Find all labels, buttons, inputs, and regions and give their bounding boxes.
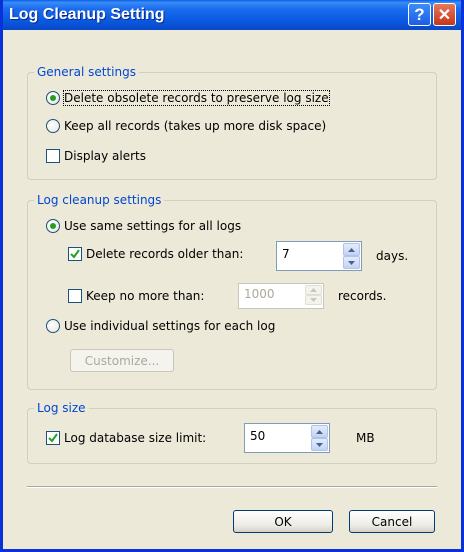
keep-all-label: Keep all records (takes up more disk spa… (64, 119, 327, 133)
size-limit-label: Log database size limit: (64, 431, 207, 445)
delete-older-value: 7 (282, 247, 290, 261)
individual-settings-option[interactable]: Use individual settings for each log (46, 319, 275, 333)
delete-obsolete-label: Delete obsolete records to preserve log … (63, 90, 330, 106)
stepper-up-button[interactable] (305, 285, 322, 295)
keep-all-radio[interactable] (46, 119, 60, 133)
help-button[interactable]: ? (408, 3, 431, 26)
display-alerts-checkbox[interactable] (46, 149, 60, 163)
keep-no-more-label: Keep no more than: (86, 289, 205, 303)
log-size-legend: Log size (34, 400, 89, 416)
individual-settings-radio[interactable] (46, 319, 60, 333)
individual-settings-label: Use individual settings for each log (64, 319, 276, 333)
delete-older-unit: days. (376, 249, 409, 263)
footer-divider (27, 486, 437, 488)
delete-obsolete-radio[interactable] (46, 91, 60, 105)
display-alerts-label: Display alerts (64, 149, 147, 163)
same-settings-label: Use same settings for all logs (64, 219, 242, 233)
customize-button[interactable]: Customize... (70, 349, 174, 372)
delete-obsolete-option[interactable]: Delete obsolete records to preserve log … (46, 90, 330, 106)
delete-older-checkbox[interactable] (68, 247, 82, 261)
general-settings-legend: General settings (34, 64, 139, 80)
stepper-down-button[interactable] (343, 256, 360, 269)
keep-no-more-option[interactable]: Keep no more than: (68, 289, 204, 303)
help-icon: ? (414, 4, 425, 24)
log-size-group: Log size Log database size limit: 50 MB (27, 400, 437, 464)
log-cleanup-dialog: Log Cleanup Setting ? ✕ General settings… (0, 0, 464, 552)
dialog-title: Log Cleanup Setting (9, 6, 165, 23)
delete-older-option[interactable]: Delete records older than: (68, 247, 243, 261)
size-limit-checkbox[interactable] (46, 431, 60, 445)
ok-label: OK (274, 514, 292, 529)
same-settings-option[interactable]: Use same settings for all logs (46, 219, 241, 233)
keep-no-more-value: 1000 (244, 287, 275, 301)
same-settings-radio[interactable] (46, 219, 60, 233)
close-icon: ✕ (437, 6, 452, 24)
display-alerts-option[interactable]: Display alerts (46, 149, 146, 163)
delete-older-stepper[interactable]: 7 (276, 241, 362, 271)
size-limit-value: 50 (250, 429, 266, 443)
cancel-button[interactable]: Cancel (349, 510, 435, 533)
keep-no-more-unit: records. (338, 289, 387, 303)
log-cleanup-settings-group: Log cleanup settings Use same settings f… (27, 192, 437, 390)
title-bar[interactable]: Log Cleanup Setting ? ✕ (3, 0, 461, 30)
size-limit-option[interactable]: Log database size limit: (46, 431, 206, 445)
size-limit-stepper[interactable]: 50 (244, 423, 330, 453)
close-button[interactable]: ✕ (433, 3, 456, 26)
stepper-up-button[interactable] (311, 425, 328, 438)
keep-all-option[interactable]: Keep all records (takes up more disk spa… (46, 119, 326, 133)
cancel-label: Cancel (371, 514, 413, 529)
delete-older-label: Delete records older than: (86, 247, 244, 261)
stepper-up-button[interactable] (343, 243, 360, 256)
customize-label: Customize... (84, 353, 160, 368)
general-settings-group: General settings Delete obsolete records… (27, 64, 437, 180)
keep-no-more-checkbox[interactable] (68, 289, 82, 303)
keep-no-more-stepper[interactable]: 1000 (238, 283, 324, 309)
stepper-down-button[interactable] (311, 438, 328, 451)
size-limit-unit: MB (356, 431, 375, 445)
stepper-down-button[interactable] (305, 295, 322, 305)
log-cleanup-settings-legend: Log cleanup settings (34, 192, 165, 208)
ok-button[interactable]: OK (233, 510, 333, 533)
